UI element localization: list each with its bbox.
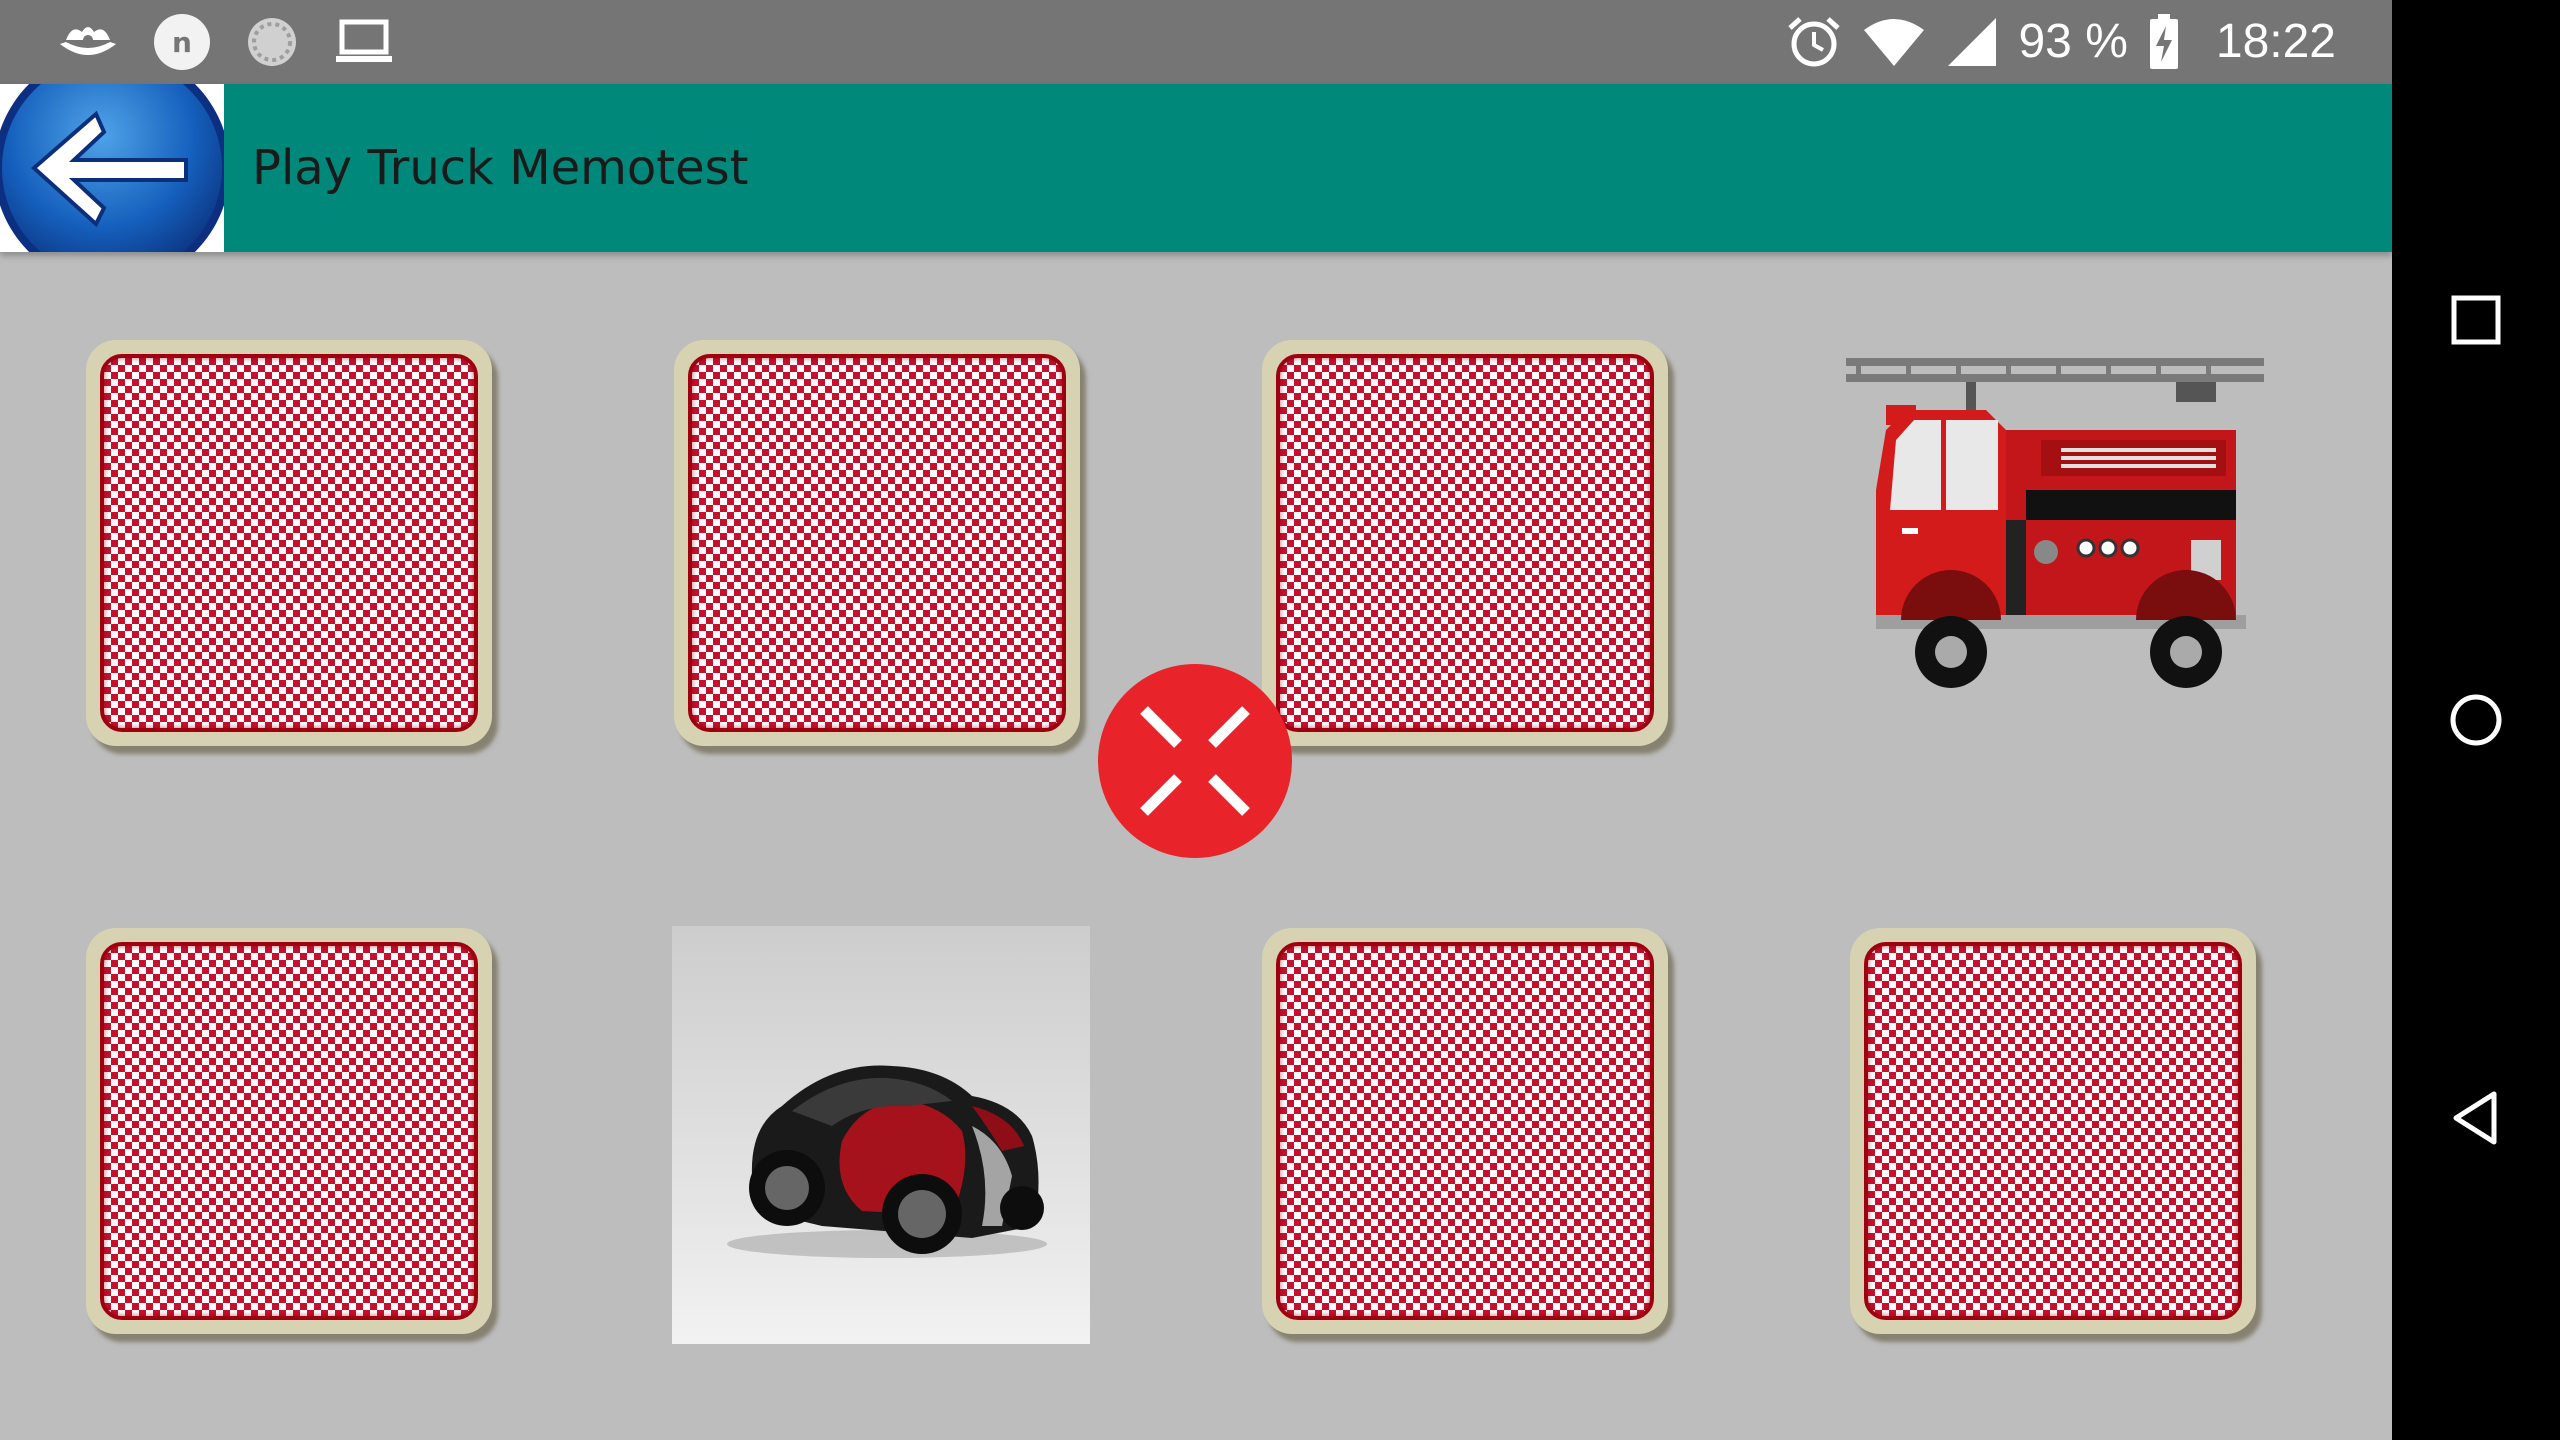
recents-button[interactable] bbox=[2436, 280, 2516, 360]
memory-card-r1c3[interactable] bbox=[1262, 340, 1680, 758]
back-nav-button[interactable] bbox=[2436, 1078, 2516, 1158]
clock: 18:22 bbox=[2215, 15, 2336, 68]
memory-card-r1c2[interactable] bbox=[674, 340, 1092, 758]
memory-card-r2c1[interactable] bbox=[86, 928, 504, 1346]
exit-fullscreen-button[interactable] bbox=[1098, 664, 1292, 858]
memory-card-r2c4[interactable] bbox=[1850, 928, 2268, 1346]
page-title: Play Truck Memotest bbox=[252, 140, 749, 196]
memory-card-r2c3[interactable] bbox=[1262, 928, 1680, 1346]
card-back bbox=[1262, 340, 1668, 746]
battery-charging-icon bbox=[2148, 14, 2180, 70]
card-back bbox=[674, 340, 1080, 746]
triangle-back-icon bbox=[2453, 1091, 2497, 1145]
status-bar: n 93 % 18:22 bbox=[0, 0, 2392, 84]
square-recents-icon bbox=[2451, 295, 2501, 345]
circle-home-icon bbox=[2450, 694, 2502, 746]
battery-percent: 93 % bbox=[2018, 15, 2128, 68]
sports-car-picture bbox=[672, 926, 1090, 1344]
card-back bbox=[86, 928, 492, 1334]
wifi-icon bbox=[1862, 16, 1926, 68]
back-arrow-icon bbox=[0, 84, 224, 252]
fullscreen-exit-icon bbox=[1140, 706, 1250, 816]
memory-card-r1c4[interactable] bbox=[1846, 340, 2264, 758]
status-left-icons: n bbox=[56, 8, 394, 76]
cell-signal-icon bbox=[1946, 16, 1998, 68]
alarm-icon bbox=[1786, 14, 1842, 70]
boat-notification-icon bbox=[56, 18, 120, 66]
memory-card-r1c1[interactable] bbox=[86, 340, 504, 758]
navigation-bar bbox=[2392, 0, 2560, 1440]
home-button[interactable] bbox=[2436, 680, 2516, 760]
fire-truck-picture bbox=[1846, 340, 2264, 758]
app-bar: Play Truck Memotest bbox=[0, 84, 2392, 252]
n-notification-icon: n bbox=[154, 14, 210, 70]
status-right-icons: 93 % 18:22 bbox=[1786, 8, 2336, 76]
back-button[interactable] bbox=[0, 84, 224, 252]
loading-circle-icon bbox=[244, 14, 300, 70]
laptop-icon bbox=[334, 18, 394, 66]
screen: n 93 % 18:22 Play Truck Memotest bbox=[0, 0, 2560, 1440]
card-back bbox=[1850, 928, 2256, 1334]
memory-card-r2c2[interactable] bbox=[672, 926, 1090, 1344]
card-back bbox=[1262, 928, 1668, 1334]
card-back bbox=[86, 340, 492, 746]
